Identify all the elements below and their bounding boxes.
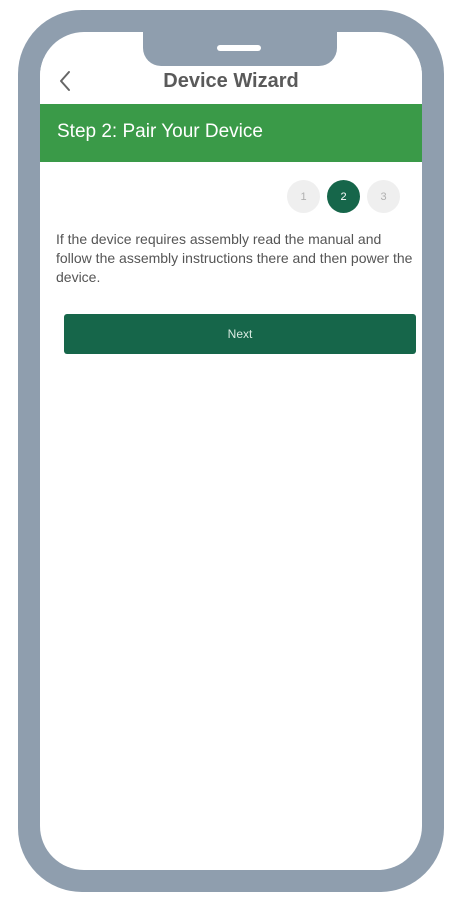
step-2-indicator[interactable]: 2 [327, 180, 360, 213]
assembly-instructions: If the device requires assembly read the… [56, 231, 413, 285]
speaker-slot [217, 45, 261, 51]
step-3-indicator[interactable]: 3 [367, 180, 400, 213]
phone-frame: Device Wizard Step 2: Pair Your Device 1… [18, 10, 444, 892]
step-1-indicator[interactable]: 1 [287, 180, 320, 213]
page-title: Device Wizard [163, 70, 299, 92]
phone-screen: Device Wizard Step 2: Pair Your Device 1… [40, 32, 422, 870]
step-title: Step 2: Pair Your Device [57, 121, 263, 142]
step-banner: Step 2: Pair Your Device [40, 104, 422, 162]
next-button[interactable]: Next [64, 314, 416, 354]
step-indicator: 1 2 3 [287, 180, 400, 213]
